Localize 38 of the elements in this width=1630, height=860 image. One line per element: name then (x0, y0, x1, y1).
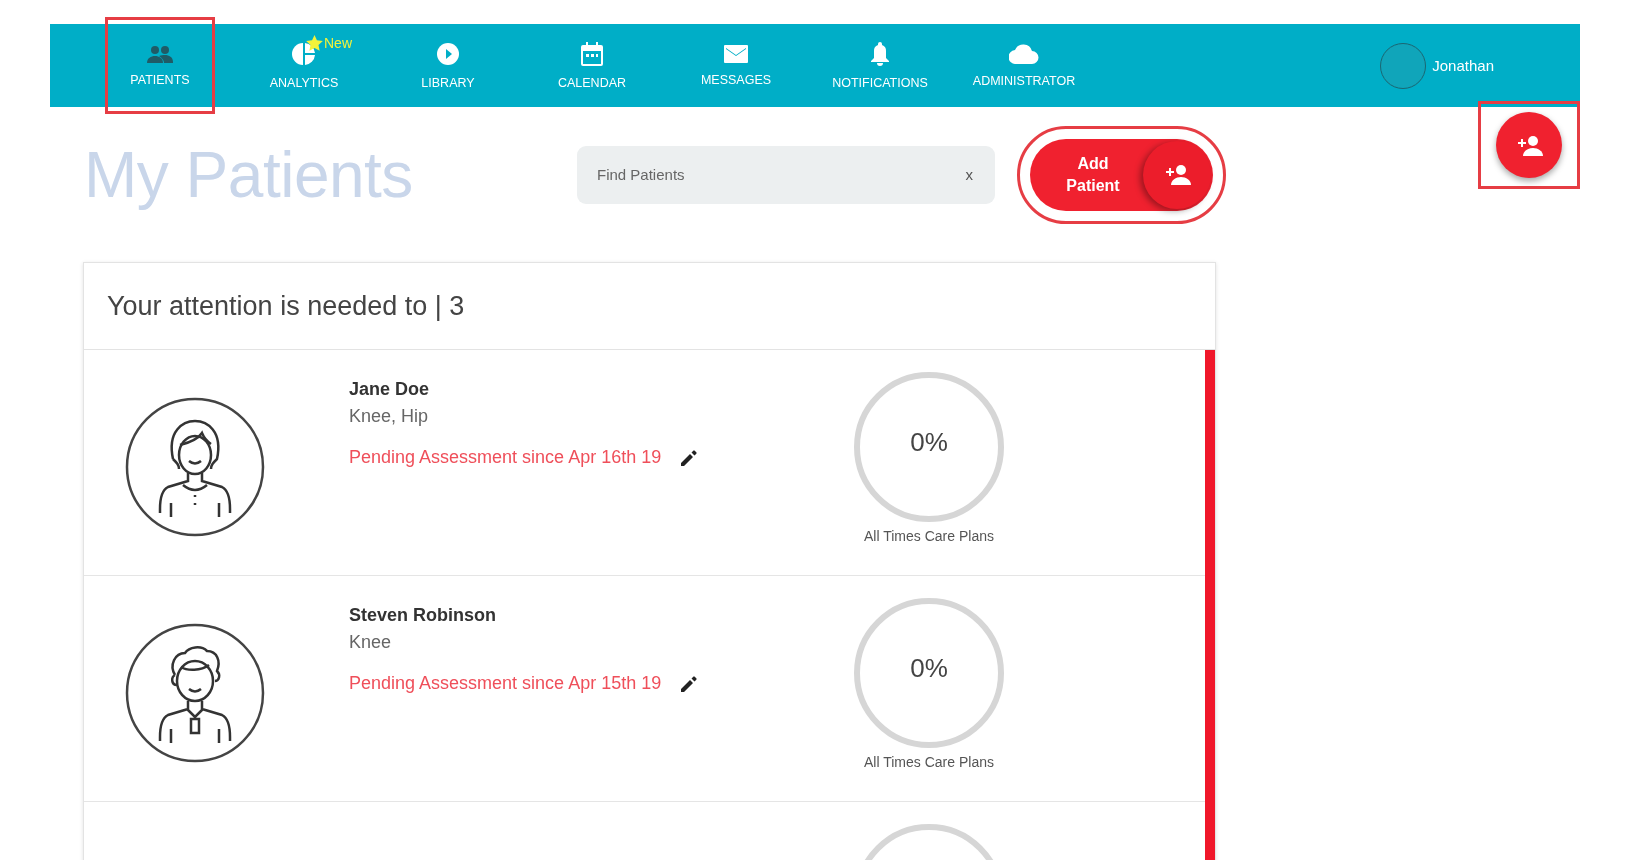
assessment-status: Pending Assessment since Apr 16th 19 (349, 447, 662, 468)
nav-tab[interactable]: PATIENTS (112, 24, 208, 107)
new-badge: New (306, 35, 352, 51)
patient-row[interactable]: Steven Robinson Knee Pending Assessment since Apr 15th 19 0% All Times Care Plans (84, 576, 1205, 802)
nav-tab[interactable]: New ANALYTICS (256, 24, 352, 107)
calendar-icon (581, 41, 603, 66)
avatar-icon (125, 397, 265, 537)
avatar-icon (125, 623, 265, 763)
person-add-icon (1163, 164, 1191, 185)
progress-caption: All Times Care Plans (864, 754, 994, 770)
patient-name: Jane Doe (349, 379, 431, 400)
nav-tab[interactable]: MESSAGES (688, 24, 784, 107)
search-field[interactable]: Find Patients x (577, 145, 995, 204)
nav-tab[interactable]: LIBRARY (400, 24, 496, 107)
bell-icon (871, 41, 889, 66)
clear-search-button[interactable]: x (965, 166, 973, 183)
progress-caption: All Times Care Plans (864, 528, 994, 544)
patient-row[interactable]: Jane Doe Knee, Hip Pending Assessment since Apr 16th 19 0% All Times Care Plans (84, 350, 1205, 576)
nav-tab[interactable]: CALENDAR (544, 24, 640, 107)
add-patient-fab[interactable] (1496, 112, 1562, 178)
cloud-icon (1009, 43, 1039, 64)
card-title: Your attention is needed to | 3 (84, 263, 1215, 350)
progress-percent: 0% (909, 427, 949, 458)
patient-conditions: Knee, Hip (349, 406, 430, 427)
edit-icon[interactable] (681, 675, 698, 692)
pie-chart-icon (292, 41, 316, 66)
add-patient-button[interactable]: Add Patient (1030, 138, 1213, 211)
patient-conditions: Knee (349, 632, 393, 653)
envelope-icon (724, 44, 748, 63)
edit-icon[interactable] (681, 449, 698, 466)
patient-name: Steven Robinson (349, 605, 497, 626)
assessment-status: Pending Assessment since Apr 15th 19 (349, 673, 662, 694)
people-icon (147, 44, 173, 63)
nav-tab[interactable]: NOTIFICATIONS (832, 24, 928, 107)
person-add-icon (1515, 134, 1543, 156)
play-icon (436, 41, 460, 66)
user-name[interactable]: Jonathan (1432, 57, 1494, 74)
progress-percent: 0% (909, 653, 949, 684)
